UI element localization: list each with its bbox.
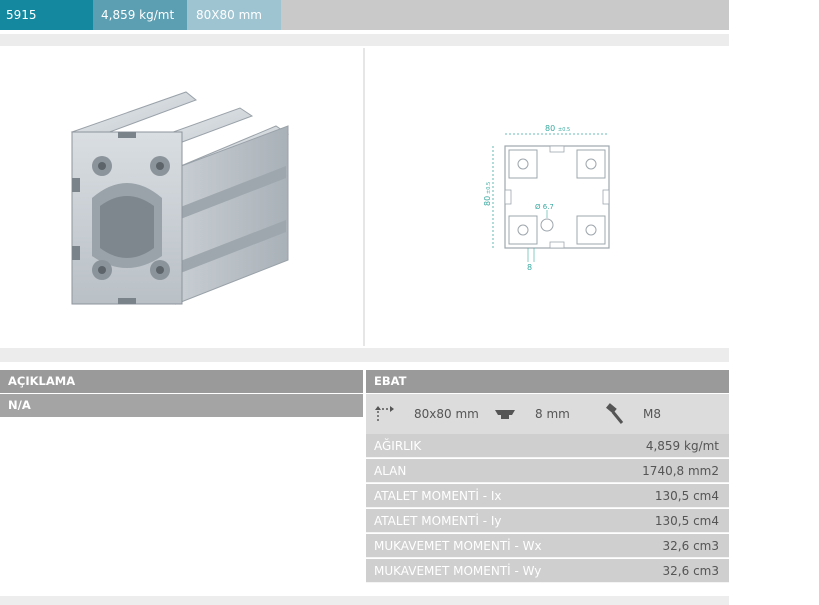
property-label: AĞIRLIK (374, 439, 422, 453)
product-header-bar: 5915 4,859 kg/mt 80X80 mm (0, 0, 729, 30)
property-label: ATALET MOMENTİ - Ix (374, 489, 502, 503)
property-label: ALAN (374, 464, 407, 478)
description-value: N/A (0, 394, 363, 417)
drawing-height-label: 80 (483, 196, 492, 206)
dimensions-section-header: EBAT (366, 370, 729, 393)
footer-band (0, 596, 729, 605)
dimension-screw-value: M8 (643, 407, 661, 421)
property-row: ATALET MOMENTİ - Ix 130,5 cm4 (366, 484, 729, 508)
property-value: 130,5 cm4 (654, 514, 719, 528)
t-nut-icon (495, 410, 515, 419)
dimension-size-value: 80x80 mm (414, 407, 479, 421)
drawing-width-tolerance: ±0.5 (558, 127, 570, 133)
property-value: 32,6 cm3 (662, 564, 719, 578)
product-code: 5915 (0, 0, 93, 30)
property-row: MUKAVEMET MOMENTİ - Wx 32,6 cm3 (366, 534, 729, 558)
dimensions-summary-row: 80x80 mm 8 mm M8 (366, 394, 729, 434)
description-section-header: AÇIKLAMA (0, 370, 363, 393)
drawing-slot-label: 8 (527, 263, 532, 272)
property-value: 1740,8 mm2 (642, 464, 719, 478)
product-page: 5915 4,859 kg/mt 80X80 mm 80 ±0.5 80 ±0.… (0, 0, 819, 605)
property-row: ATALET MOMENTİ - Iy 130,5 cm4 (366, 509, 729, 533)
property-value: 130,5 cm4 (654, 489, 719, 503)
property-value: 32,6 cm3 (662, 539, 719, 553)
property-label: MUKAVEMET MOMENTİ - Wy (374, 564, 542, 578)
drawing-hole-label: Ø 6.7 (535, 203, 554, 211)
property-row: AĞIRLIK 4,859 kg/mt (366, 434, 729, 458)
product-weight: 4,859 kg/mt (93, 0, 187, 30)
separator-band (0, 348, 729, 362)
profile-3d-image-panel (0, 48, 363, 346)
drawing-height-tolerance: ±0.5 (486, 182, 492, 194)
property-label: ATALET MOMENTİ - Iy (374, 514, 502, 528)
dimension-arrows-icon (375, 406, 394, 421)
drawing-width-label: 80 (545, 124, 555, 133)
dimension-slot-value: 8 mm (535, 407, 570, 421)
bolt-icon (606, 403, 624, 424)
product-size: 80X80 mm (187, 0, 281, 30)
property-row: MUKAVEMET MOMENTİ - Wy 32,6 cm3 (366, 559, 729, 583)
profile-drawing-panel: 80 ±0.5 80 ±0.5 Ø 6.7 8 (365, 48, 729, 346)
separator-band (0, 34, 729, 46)
property-row: ALAN 1740,8 mm2 (366, 459, 729, 483)
profile-technical-drawing: 80 ±0.5 80 ±0.5 Ø 6.7 8 (483, 124, 610, 272)
profile-3d-image (70, 91, 290, 305)
property-label: MUKAVEMET MOMENTİ - Wx (374, 539, 542, 553)
property-value: 4,859 kg/mt (645, 439, 719, 453)
